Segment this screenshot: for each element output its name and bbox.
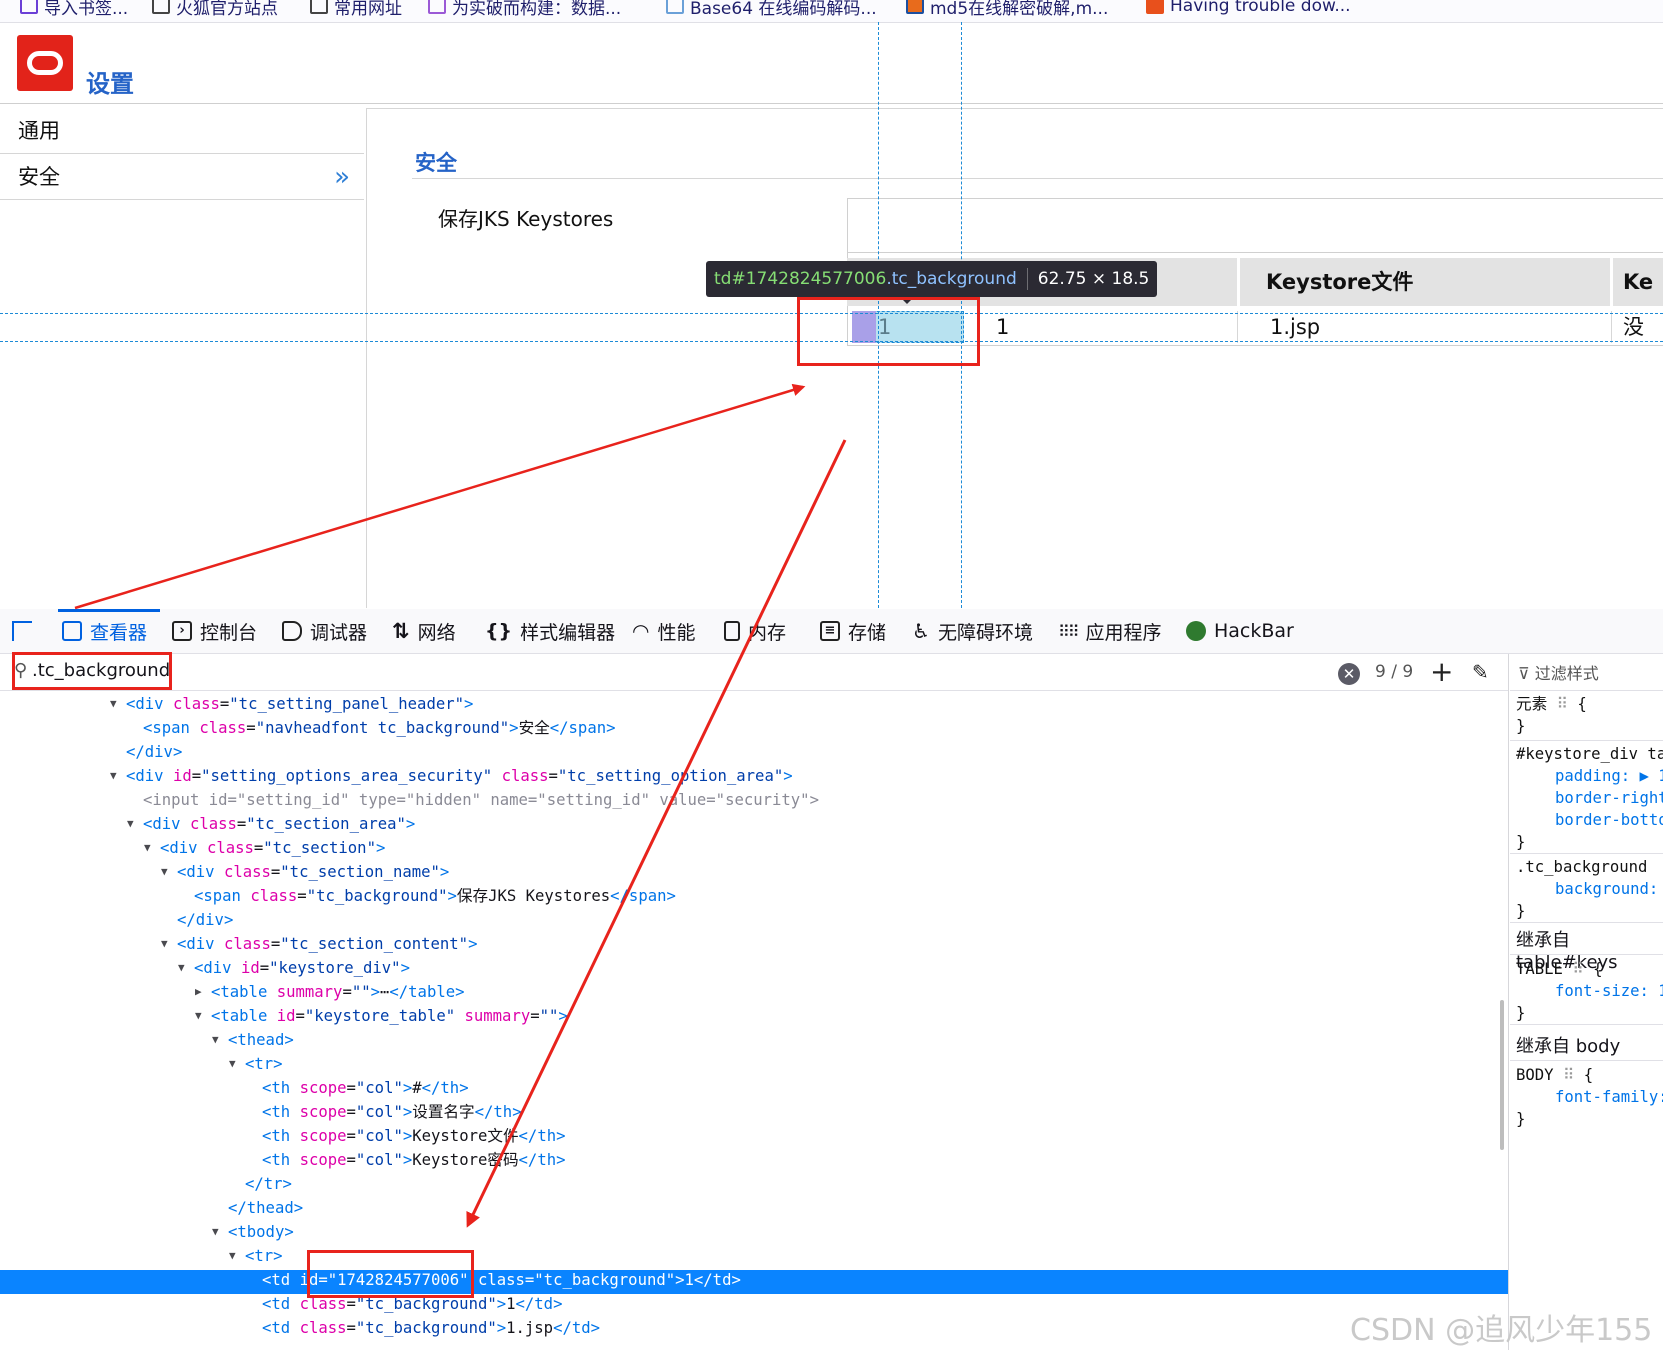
watermark: CSDN @追风少年155	[1350, 1313, 1653, 1348]
annotation-arrow	[466, 439, 847, 1228]
annotation-arrow	[74, 383, 806, 610]
annotation-arrows	[74, 383, 847, 1228]
